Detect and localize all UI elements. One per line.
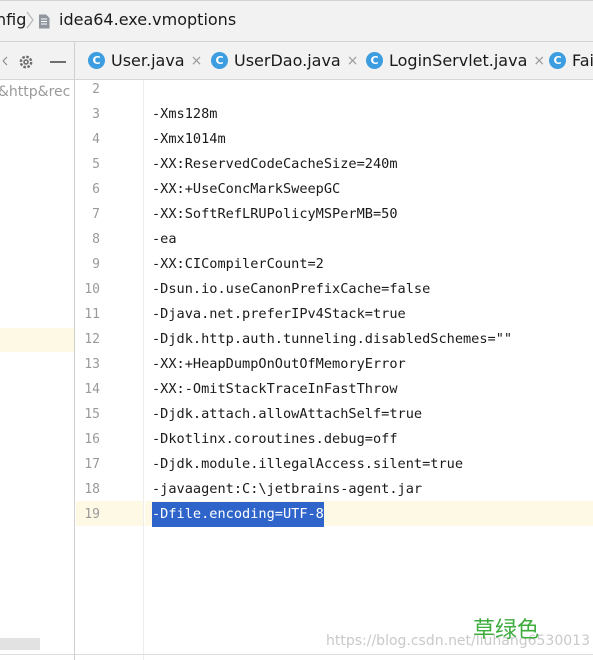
code-line[interactable]: -Dsun.io.useCanonPrefixCache=false <box>152 277 430 302</box>
line-number: 7 <box>92 207 100 222</box>
horizontal-scrollbar[interactable] <box>0 638 40 650</box>
line-number: 9 <box>92 257 100 272</box>
tab-user-java[interactable]: C User.java × <box>88 42 202 79</box>
line-number: 6 <box>92 182 100 197</box>
line-number: 10 <box>84 282 100 297</box>
line-number: 12 <box>84 332 100 347</box>
code-editor[interactable]: -Xms128m -Xmx1014m -XX:ReservedCodeCache… <box>145 80 593 660</box>
watermark-caption: 草绿色 <box>473 618 540 643</box>
breadcrumb-parent-folder[interactable]: nfig <box>0 10 26 29</box>
project-panel-header <box>0 42 75 80</box>
line-number: 15 <box>84 407 100 422</box>
tab-loginservlet-java[interactable]: C LoginServlet.java × <box>366 42 545 79</box>
tab-label: Fai <box>572 51 593 70</box>
tab-label: UserDao.java <box>234 51 341 70</box>
line-number: 11 <box>84 307 100 322</box>
chevron-right-icon <box>26 11 34 29</box>
tab-userdao-java[interactable]: C UserDao.java × <box>211 42 358 79</box>
text-file-icon <box>39 14 50 29</box>
close-icon[interactable]: × <box>191 53 203 69</box>
gear-icon[interactable] <box>17 53 35 71</box>
watermark-url: https://blog.csdn.net/liuhang6530013 <box>326 633 590 649</box>
code-line[interactable]: -javaagent:C:\jetbrains-agent.jar <box>152 477 422 502</box>
line-number: 3 <box>92 107 100 122</box>
tab-label: User.java <box>111 51 185 70</box>
line-number: 14 <box>84 382 100 397</box>
line-number: 19 <box>84 507 100 522</box>
code-line[interactable]: -ea <box>152 227 177 252</box>
java-class-icon: C <box>88 52 105 69</box>
code-line[interactable]: -XX:CICompilerCount=2 <box>152 252 324 277</box>
line-number: 13 <box>84 357 100 372</box>
line-number: 16 <box>84 432 100 447</box>
line-number: 5 <box>92 157 100 172</box>
code-line[interactable]: -Djdk.http.auth.tunneling.disabledScheme… <box>152 327 512 352</box>
code-line[interactable]: -XX:ReservedCodeCacheSize=240m <box>152 152 398 177</box>
line-number: 18 <box>84 482 100 497</box>
code-line[interactable]: -Dkotlinx.coroutines.debug=off <box>152 427 398 452</box>
tab-truncated[interactable]: C Fai <box>549 42 593 79</box>
line-number: 4 <box>92 132 100 147</box>
code-line[interactable]: -Djdk.attach.allowAttachSelf=true <box>152 402 422 427</box>
line-number: 17 <box>84 457 100 472</box>
divider <box>0 654 593 655</box>
close-icon[interactable]: × <box>533 53 545 69</box>
java-class-icon: C <box>366 52 383 69</box>
breadcrumb-file[interactable]: idea64.exe.vmoptions <box>59 10 236 29</box>
code-line[interactable]: -Xms128m <box>152 102 217 127</box>
code-line[interactable]: -Djdk.module.illegalAccess.silent=true <box>152 452 463 477</box>
project-tree-item[interactable]: &http&rec <box>0 84 70 100</box>
more-tabs-icon[interactable] <box>2 53 8 69</box>
tab-label: LoginServlet.java <box>389 51 528 70</box>
navigation-bar: nfig idea64.exe.vmoptions <box>0 0 593 42</box>
code-line[interactable]: -Xmx1014m <box>152 127 226 152</box>
minimize-icon[interactable] <box>50 60 66 64</box>
line-number: 2 <box>92 82 100 97</box>
line-number-gutter[interactable]: 2 3 4 5 6 7 8 9 10 11 12 13 14 15 16 17 … <box>76 80 144 660</box>
code-line[interactable]: -XX:+HeapDumpOnOutOfMemoryError <box>152 352 406 377</box>
line-number: 8 <box>92 232 100 247</box>
java-class-icon: C <box>549 52 566 69</box>
java-class-icon: C <box>211 52 228 69</box>
code-line[interactable]: -Djava.net.preferIPv4Stack=true <box>152 302 406 327</box>
code-line[interactable]: -XX:+UseConcMarkSweepGC <box>152 177 340 202</box>
code-line[interactable]: -XX:-OmitStackTraceInFastThrow <box>152 377 398 402</box>
close-icon[interactable]: × <box>347 53 359 69</box>
editor-tabs: C User.java × C UserDao.java × C LoginSe… <box>75 42 593 80</box>
code-line[interactable]: -XX:SoftRefLRUPolicyMSPerMB=50 <box>152 202 398 227</box>
project-panel: &http&rec <box>0 80 75 660</box>
selected-code-line[interactable]: -Dfile.encoding=UTF-8 <box>152 502 324 527</box>
current-line-highlight <box>0 328 74 352</box>
